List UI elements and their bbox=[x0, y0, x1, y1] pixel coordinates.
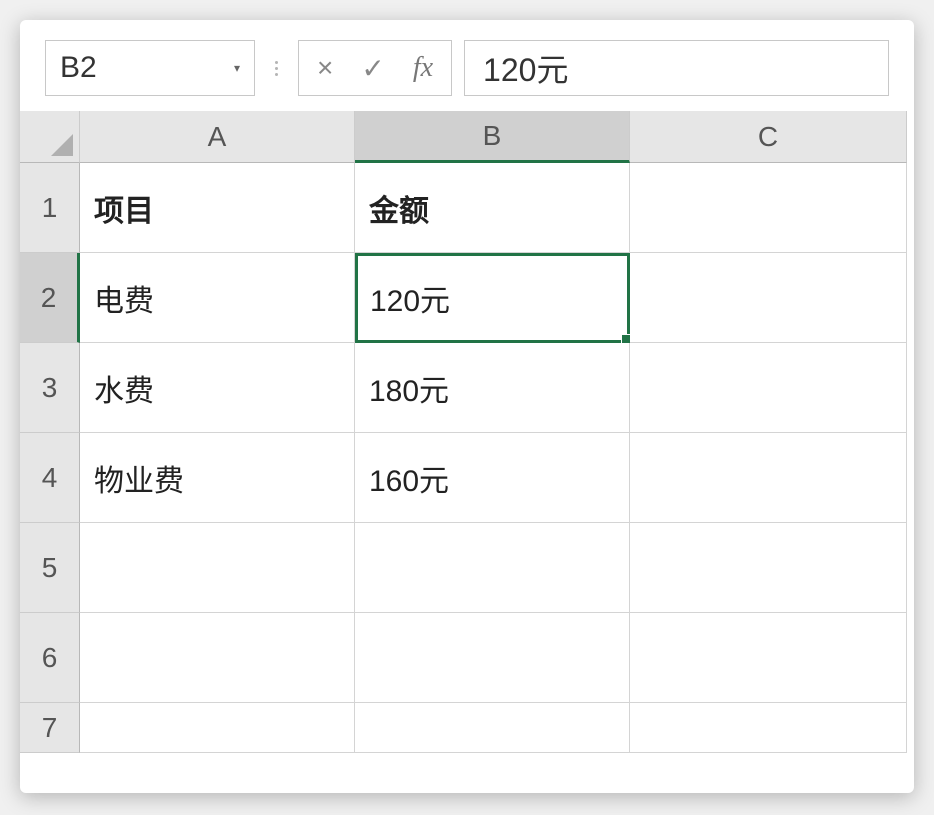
grid-body: 1 项目 金额 2 电费 120元 3 水费 180元 4 物业费 160元 5… bbox=[20, 163, 914, 793]
cell-C2[interactable] bbox=[630, 253, 907, 343]
cell-A6[interactable] bbox=[80, 613, 355, 703]
cell-C5[interactable] bbox=[630, 523, 907, 613]
cell-C7[interactable] bbox=[630, 703, 907, 753]
cell-B1[interactable]: 金额 bbox=[355, 163, 630, 253]
formula-input-value: 120元 bbox=[483, 45, 568, 91]
column-header-A[interactable]: A bbox=[80, 111, 355, 163]
cell-A7[interactable] bbox=[80, 703, 355, 753]
name-box[interactable]: B2 ▾ bbox=[45, 40, 255, 96]
row-header-6[interactable]: 6 bbox=[20, 613, 80, 703]
cell-A1[interactable]: 项目 bbox=[80, 163, 355, 253]
cell-C6[interactable] bbox=[630, 613, 907, 703]
cell-A2[interactable]: 电费 bbox=[80, 253, 355, 343]
cancel-icon[interactable]: × bbox=[317, 52, 333, 84]
formula-bar-expand-icon[interactable] bbox=[267, 61, 286, 76]
spreadsheet-window: B2 ▾ × ✓ fx 120元 A B C 1 项目 金额 2 电费 120元… bbox=[20, 20, 914, 793]
cell-C3[interactable] bbox=[630, 343, 907, 433]
cell-A3[interactable]: 水费 bbox=[80, 343, 355, 433]
cell-B6[interactable] bbox=[355, 613, 630, 703]
formula-input[interactable]: 120元 bbox=[464, 40, 889, 96]
cell-B7[interactable] bbox=[355, 703, 630, 753]
cell-B4[interactable]: 160元 bbox=[355, 433, 630, 523]
select-all-corner[interactable] bbox=[20, 111, 80, 163]
cell-A5[interactable] bbox=[80, 523, 355, 613]
row-header-1[interactable]: 1 bbox=[20, 163, 80, 253]
column-header-C[interactable]: C bbox=[630, 111, 907, 163]
cell-C1[interactable] bbox=[630, 163, 907, 253]
cell-B3[interactable]: 180元 bbox=[355, 343, 630, 433]
column-headers-row: A B C bbox=[20, 111, 914, 163]
cell-B2[interactable]: 120元 bbox=[355, 253, 630, 343]
column-header-B[interactable]: B bbox=[355, 111, 630, 163]
row-header-2[interactable]: 2 bbox=[20, 253, 80, 343]
cell-A4[interactable]: 物业费 bbox=[80, 433, 355, 523]
name-box-dropdown-icon[interactable]: ▾ bbox=[234, 61, 240, 75]
cell-B5[interactable] bbox=[355, 523, 630, 613]
row-header-5[interactable]: 5 bbox=[20, 523, 80, 613]
row-header-7[interactable]: 7 bbox=[20, 703, 80, 753]
formula-bar: B2 ▾ × ✓ fx 120元 bbox=[20, 40, 914, 111]
fx-icon[interactable]: fx bbox=[413, 52, 433, 84]
enter-icon[interactable]: ✓ bbox=[361, 52, 384, 85]
name-box-value: B2 bbox=[60, 51, 97, 85]
formula-controls: × ✓ fx bbox=[298, 40, 452, 96]
row-header-3[interactable]: 3 bbox=[20, 343, 80, 433]
row-header-4[interactable]: 4 bbox=[20, 433, 80, 523]
cell-C4[interactable] bbox=[630, 433, 907, 523]
